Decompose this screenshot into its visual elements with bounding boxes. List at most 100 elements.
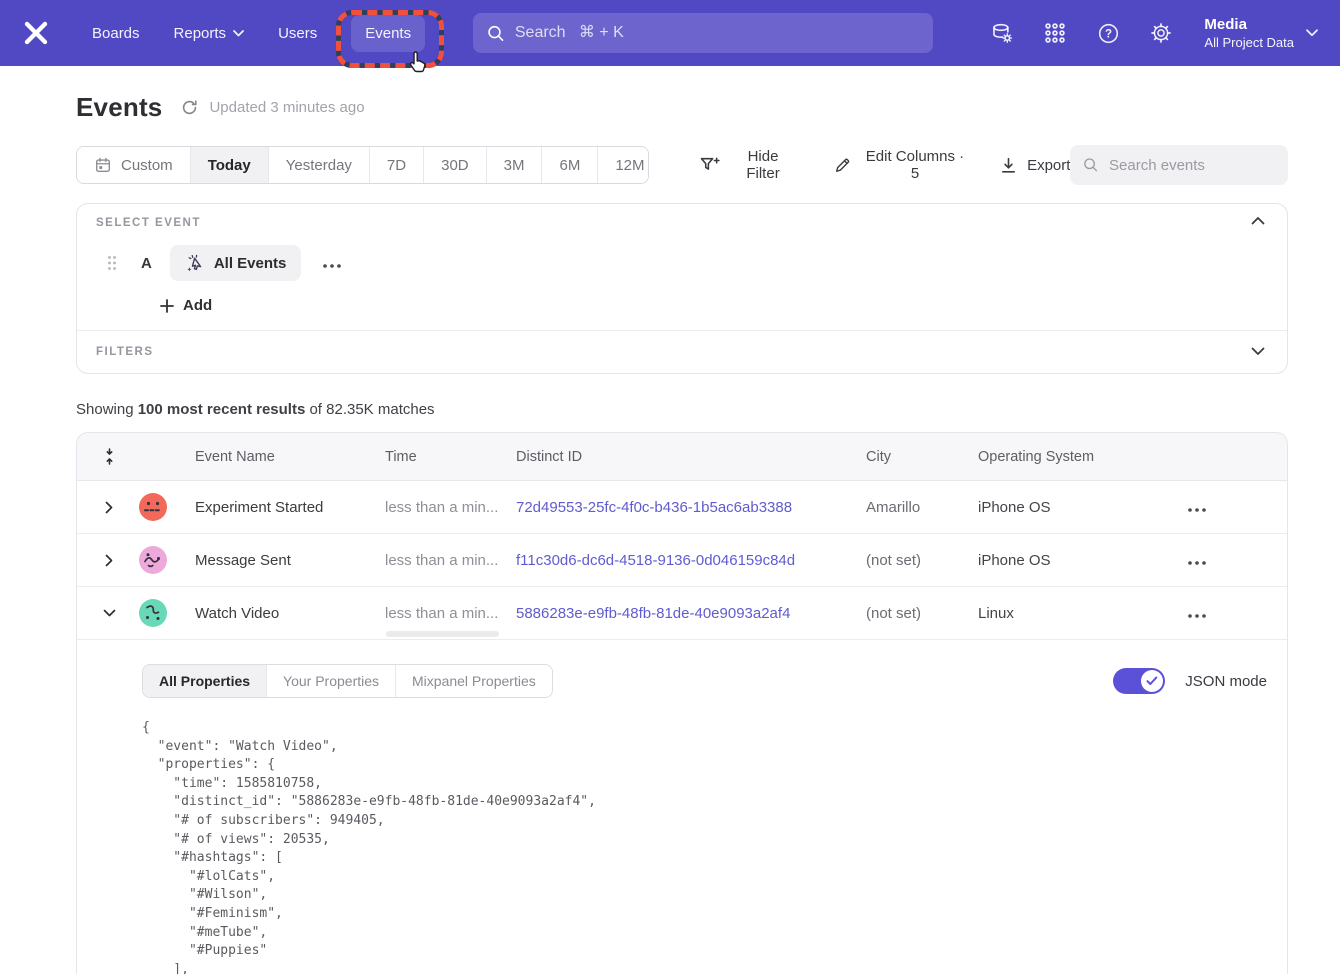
project-selector[interactable]: Media All Project Data [1204,15,1318,51]
date-range-today[interactable]: Today [191,147,269,183]
nav-item-label: Reports [174,25,227,42]
download-icon [999,156,1018,175]
scroll-indicator[interactable] [386,631,499,637]
event-row-letter: A [141,255,152,272]
table-row[interactable]: Message Sent less than a min... f11c30d6… [77,534,1287,587]
cell-time: less than a min... [385,499,516,516]
table-header: Event Name Time Distinct ID City Operati… [77,433,1287,481]
mixpanel-logo[interactable] [22,18,52,48]
event-row-more-button[interactable] [319,252,345,275]
select-event-label: SELECT EVENT [96,217,1267,229]
hand-cursor-icon [405,50,429,76]
date-range-label: Today [208,157,251,174]
tab-mixpanel-properties[interactable]: Mixpanel Properties [396,665,552,697]
column-event-name: Event Name [195,449,385,465]
date-range-yesterday[interactable]: Yesterday [269,147,370,183]
chevron-up-icon[interactable] [1251,216,1265,225]
check-icon [1146,676,1158,686]
nav-item-boards[interactable]: Boards [92,25,140,42]
date-range-custom[interactable]: Custom [77,147,191,183]
face-icon [139,599,167,627]
column-time: Time [385,449,516,465]
collapse-all-button[interactable] [95,448,123,465]
drag-handle-icon[interactable] [107,255,117,271]
ellipsis-icon [1188,508,1206,512]
project-name: Media [1204,15,1294,34]
data-management-icon[interactable] [990,21,1014,45]
event-selector-button[interactable]: All Events [170,245,302,281]
nav-item-events[interactable]: Events [351,15,425,52]
tab-all-properties[interactable]: All Properties [143,665,267,697]
chevron-down-icon [103,609,116,617]
row-more-button[interactable] [1184,549,1210,572]
top-navbar: Boards Reports Users Events [0,0,1340,66]
toolbar: Custom Today Yesterday 7D 30D 3M 6M 12M … [76,145,1288,185]
event-query-row: A All Events [96,245,1267,281]
cell-os: iPhone OS [978,499,1168,516]
row-more-button[interactable] [1184,496,1210,519]
column-city: City [866,449,978,465]
chevron-down-icon [1306,29,1318,37]
ellipsis-icon [1188,561,1206,565]
collapse-row-button[interactable] [95,609,123,617]
date-range-label: Custom [121,157,173,174]
edit-columns-label: Edit Columns · 5 [861,148,969,182]
summary-prefix: Showing [76,401,138,418]
help-icon[interactable]: ? [1096,21,1120,45]
search-events[interactable] [1070,145,1288,185]
events-table: Event Name Time Distinct ID City Operati… [76,432,1288,974]
expand-row-button[interactable] [95,501,123,514]
json-mode-toggle[interactable] [1113,668,1165,694]
table-row[interactable]: Experiment Started less than a min... 72… [77,481,1287,534]
global-search-input[interactable] [515,24,919,42]
face-icon [139,493,167,521]
date-range-label: Yesterday [286,157,352,174]
date-range-label: 30D [441,157,469,174]
date-range-label: 6M [559,157,580,174]
expand-row-button[interactable] [95,554,123,567]
add-event-button[interactable]: Add [160,297,212,314]
tab-your-properties[interactable]: Your Properties [267,665,396,697]
pencil-icon [833,156,852,175]
summary-count: 100 most recent results [138,401,306,418]
row-more-button[interactable] [1184,602,1210,625]
date-range-3m[interactable]: 3M [487,147,543,183]
event-avatar [139,546,167,574]
search-icon [487,24,505,43]
event-detail-panel: All Properties Your Properties Mixpanel … [77,640,1287,974]
cell-city: (not set) [866,552,978,569]
search-events-input[interactable] [1109,157,1275,174]
settings-gear-icon[interactable] [1149,21,1173,45]
hide-filter-button[interactable]: Hide Filter [699,148,796,182]
date-range-6m[interactable]: 6M [542,147,598,183]
date-range-12m[interactable]: 12M [598,147,649,183]
filters-label: FILTERS [96,346,154,358]
cell-time: less than a min... [385,605,516,622]
svg-text:?: ? [1105,28,1112,40]
global-search[interactable] [473,13,933,53]
date-range-label: 12M [615,157,644,174]
distinct-id-link[interactable]: f11c30d6-dc6d-4518-9136-0d046159c84d [516,552,866,569]
table-row-expanded[interactable]: Watch Video less than a min... 5886283e-… [77,587,1287,640]
edit-columns-button[interactable]: Edit Columns · 5 [833,148,969,182]
date-range-7d[interactable]: 7D [370,147,424,183]
calendar-icon [94,156,112,174]
nav-item-label: Events [365,25,411,42]
date-range-30d[interactable]: 30D [424,147,487,183]
chevron-down-icon[interactable] [1251,347,1265,356]
properties-tabs: All Properties Your Properties Mixpanel … [142,664,553,698]
export-button[interactable]: Export [999,156,1070,175]
distinct-id-link[interactable]: 5886283e-e9fb-48fb-81de-40e9093a2af4 [516,605,866,622]
cell-os: iPhone OS [978,552,1168,569]
plus-icon [160,299,174,313]
ellipsis-icon [323,264,341,268]
chevron-down-icon [233,30,244,37]
cell-time: less than a min... [385,552,516,569]
nav-item-reports[interactable]: Reports [174,25,245,42]
apps-grid-icon[interactable] [1043,21,1067,45]
refresh-icon[interactable] [180,98,199,117]
distinct-id-link[interactable]: 72d49553-25fc-4f0c-b436-1b5ac6ab3388 [516,499,866,516]
query-builder-card: SELECT EVENT A [76,203,1288,374]
export-label: Export [1027,157,1070,174]
nav-item-users[interactable]: Users [278,25,317,42]
